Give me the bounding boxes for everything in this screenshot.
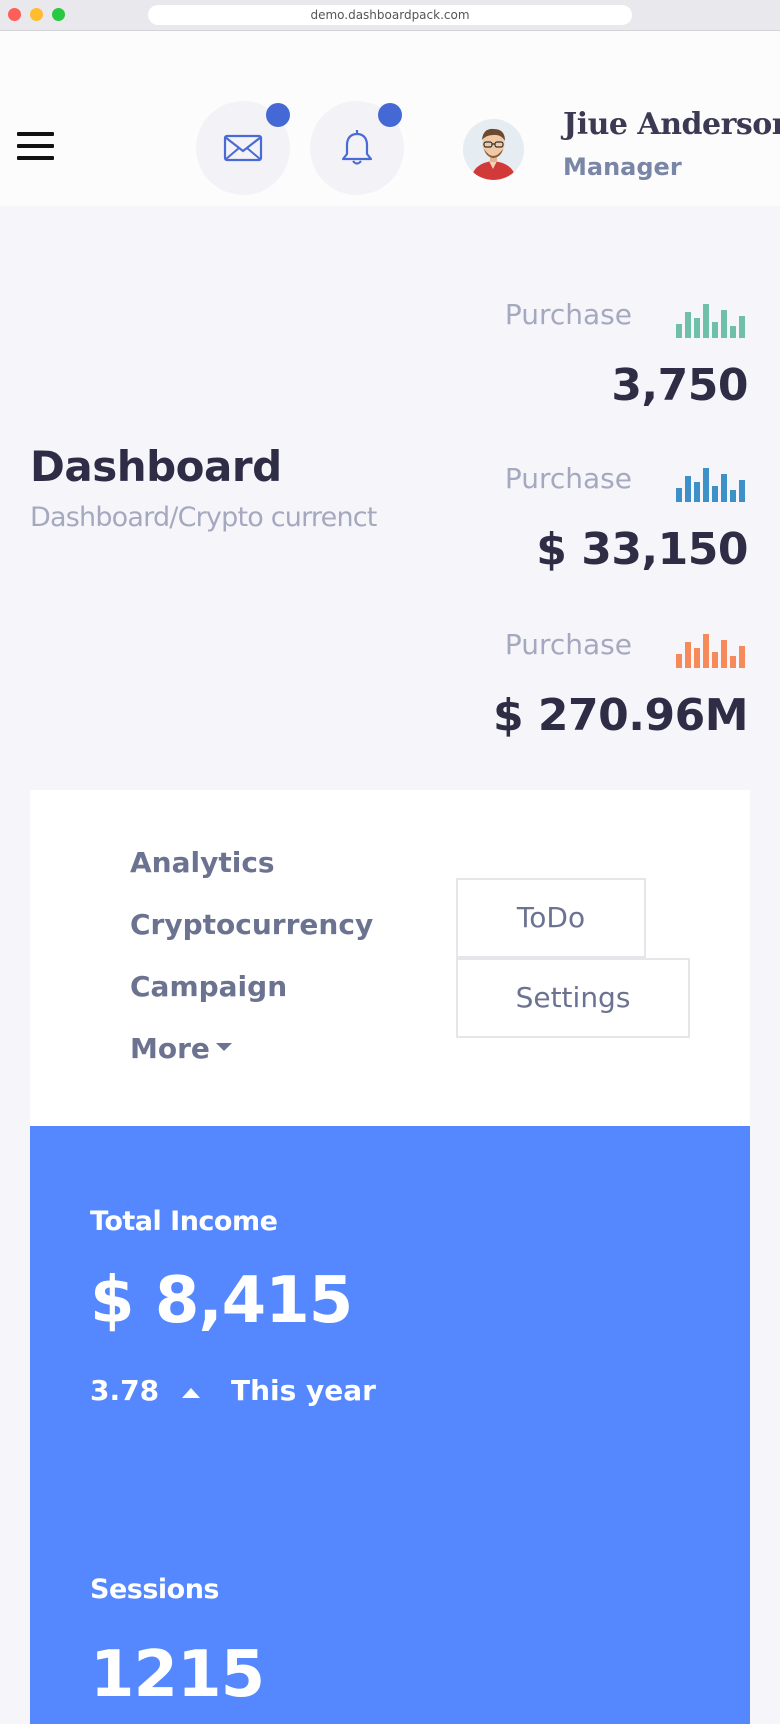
bar-chart-icon-bar [730,656,736,668]
page-title: Dashboard [30,442,282,491]
minimize-window-button[interactable] [30,8,43,21]
income-value: $ 8,415 [90,1264,353,1338]
todo-button[interactable]: ToDo [456,878,646,958]
stat-value: $ 33,150 [536,524,748,575]
address-bar[interactable]: demo.dashboardpack.com [148,5,632,25]
bar-chart-icon-bar [703,304,709,338]
user-name: Jiue Anderson [563,107,780,142]
bar-chart-icon [676,468,748,502]
mail-icon [223,134,263,162]
browser-chrome: demo.dashboardpack.com [0,0,780,31]
bar-chart-icon-bar [703,468,709,502]
nav-item-cryptocurrency[interactable]: Cryptocurrency [130,908,373,941]
top-header: Jiue Anderson Manager [0,31,780,206]
income-label: Total Income [90,1206,278,1237]
bar-chart-icon-bar [712,322,718,338]
bell-notification-dot [378,103,402,127]
bar-chart-icon-bar [730,490,736,502]
bar-chart-icon-bar [685,476,691,502]
close-window-button[interactable] [8,8,21,21]
bar-chart-icon-bar [694,648,700,668]
purchase-stat-3: Purchase $ 270.96M [488,628,749,748]
bar-chart-icon-bar [685,642,691,668]
purchase-stat-1: Purchase 3,750 [488,298,749,418]
stat-label: Purchase [504,628,632,661]
bar-chart-icon-bar [721,640,727,668]
arrow-up-icon [182,1388,200,1398]
bar-chart-icon-bar [685,312,691,338]
stat-value: $ 270.96M [492,690,749,741]
bar-chart-icon-bar [721,474,727,502]
avatar[interactable] [463,119,524,180]
income-period: This year [231,1374,376,1407]
sessions-value: 1215 [90,1638,265,1712]
bar-chart-icon-bar [721,310,727,338]
bar-chart-icon-bar [694,482,700,502]
breadcrumb: Dashboard/Crypto currenct [30,502,377,533]
sessions-label: Sessions [90,1574,220,1605]
total-income-card: Total Income $ 8,415 3.78 This year Sess… [30,1126,750,1724]
stat-label: Purchase [504,298,632,331]
bar-chart-icon [676,634,748,668]
bar-chart-icon-bar [676,324,682,338]
user-role: Manager [563,153,682,181]
dashboard-nav-card: Analytics Cryptocurrency Campaign More T… [30,790,750,1126]
bar-chart-icon-bar [712,486,718,502]
purchase-stat-2: Purchase $ 33,150 [488,462,749,582]
user-avatar-image [463,119,524,180]
caret-down-icon [215,1043,232,1051]
messages-button[interactable] [196,101,290,195]
stat-label: Purchase [504,462,632,495]
settings-button[interactable]: Settings [456,958,690,1038]
nav-item-campaign[interactable]: Campaign [130,970,287,1003]
maximize-window-button[interactable] [52,8,65,21]
nav-item-analytics[interactable]: Analytics [130,846,275,879]
bell-icon [341,130,373,165]
bar-chart-icon [676,304,748,338]
bar-chart-icon-bar [676,488,682,502]
bar-chart-icon-bar [739,316,745,338]
bar-chart-icon-bar [676,654,682,668]
notifications-button[interactable] [310,101,404,195]
nav-item-more-label: More [130,1032,210,1065]
hamburger-menu-icon[interactable] [17,132,54,162]
nav-item-more[interactable]: More [130,1032,232,1065]
bar-chart-icon-bar [694,318,700,338]
stat-value: 3,750 [611,360,748,411]
bar-chart-icon-bar [703,634,709,668]
bar-chart-icon-bar [739,646,745,668]
bar-chart-icon-bar [712,652,718,668]
bar-chart-icon-bar [739,480,745,502]
message-notification-dot [266,103,290,127]
bar-chart-icon-bar [730,326,736,338]
income-change: 3.78 [90,1374,160,1407]
